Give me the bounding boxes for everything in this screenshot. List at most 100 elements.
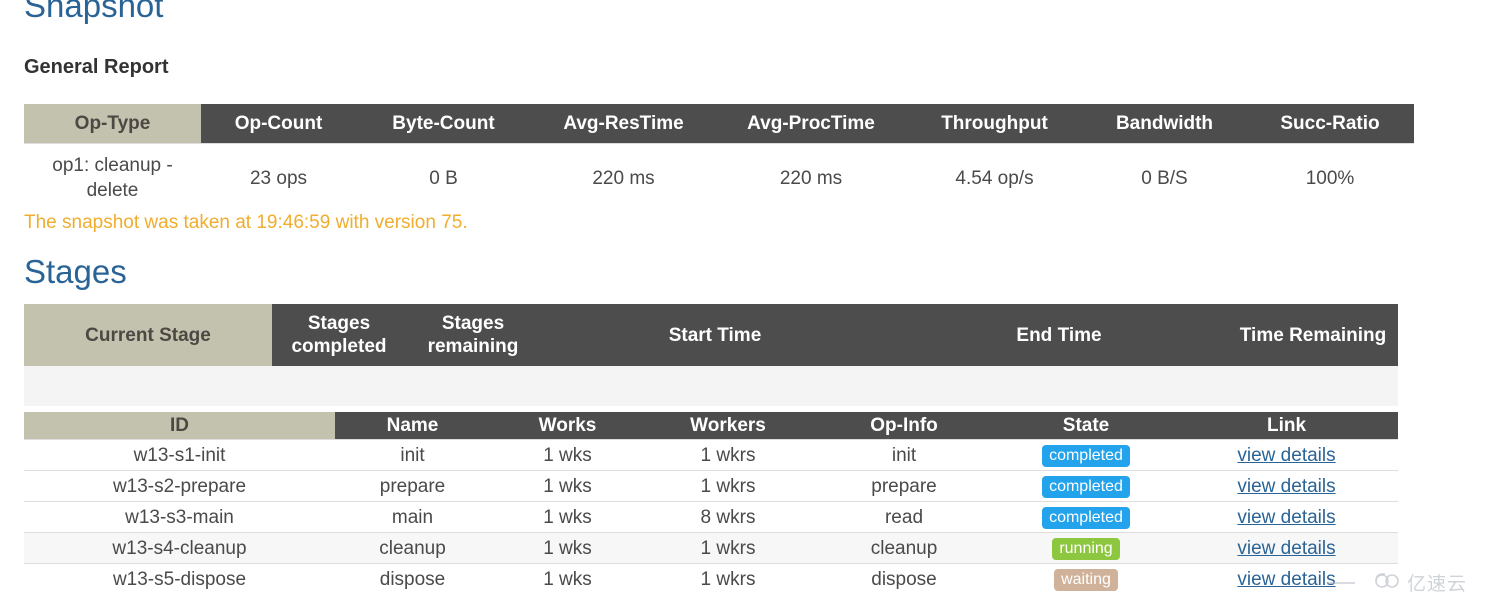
cell-op-type: op1: cleanup - delete (24, 143, 201, 212)
cell-link: view details (1175, 532, 1398, 564)
column-header-bandwidth: Bandwidth (1083, 104, 1246, 144)
column-header-time-remaining: Time Remaining (1228, 304, 1398, 366)
cell-op-info: init (811, 439, 997, 471)
column-header-op-count: Op-Count (201, 104, 356, 144)
cell-stages-remaining (406, 366, 540, 406)
view-details-link[interactable]: view details (1237, 445, 1335, 466)
cell-id: w13-s5-dispose (24, 563, 335, 594)
stages-heading: Stages (24, 253, 127, 290)
cell-start-time (540, 366, 890, 406)
column-header-name: Name (335, 412, 490, 440)
column-header-avg-proctime: Avg-ProcTime (716, 104, 906, 144)
cell-current-stage (24, 366, 272, 406)
column-header-byte-count: Byte-Count (356, 104, 531, 144)
watermark: 亿速云 (1326, 569, 1467, 596)
table-row (24, 366, 1398, 406)
cell-state: running (997, 532, 1175, 564)
general-report-heading: General Report (24, 56, 169, 78)
cell-workers: 1 wkrs (645, 563, 811, 594)
cell-workers: 1 wkrs (645, 470, 811, 502)
cell-works: 1 wks (490, 532, 645, 564)
cell-op-info: dispose (811, 563, 997, 594)
cell-time-remaining (1228, 366, 1398, 406)
snapshot-report-page: Snapshot General Report Op-Type Op-Count… (0, 0, 1485, 604)
table-header-row: Current Stage Stages completed Stages re… (24, 304, 1398, 366)
column-header-stages-remaining: Stages remaining (406, 304, 540, 366)
cell-workers: 8 wkrs (645, 501, 811, 533)
cell-throughput: 4.54 op/s (906, 143, 1083, 212)
cell-id: w13-s4-cleanup (24, 532, 335, 564)
view-details-link[interactable]: view details (1237, 507, 1335, 528)
table-row: w13-s3-main main 1 wks 8 wkrs read completed v… (24, 501, 1398, 533)
table-row: op1: cleanup - delete 23 ops 0 B 220 ms … (24, 143, 1414, 212)
cell-op-count: 23 ops (201, 143, 356, 212)
column-header-current-stage: Current Stage (24, 304, 272, 366)
table-row: w13-s4-cleanup cleanup 1 wks 1 wkrs cleanup r… (24, 532, 1398, 564)
column-header-start-time: Start Time (540, 304, 890, 366)
cell-state: waiting (997, 563, 1175, 594)
column-header-stages-completed: Stages completed (272, 304, 406, 366)
status-badge: running (1052, 538, 1120, 560)
column-header-id: ID (24, 412, 335, 440)
column-header-works: Works (490, 412, 645, 440)
cell-name: main (335, 501, 490, 533)
table-header-row: Op-Type Op-Count Byte-Count Avg-ResTime … (24, 104, 1414, 144)
cell-id: w13-s3-main (24, 501, 335, 533)
column-header-throughput: Throughput (906, 104, 1083, 144)
cell-avg-proctime: 220 ms (716, 143, 906, 212)
cell-avg-restime: 220 ms (531, 143, 716, 212)
cell-state: completed (997, 501, 1175, 533)
cell-name: prepare (335, 470, 490, 502)
status-badge: completed (1042, 445, 1130, 467)
general-report-table: Op-Type Op-Count Byte-Count Avg-ResTime … (24, 104, 1414, 212)
watermark-divider (1326, 581, 1355, 584)
table-row: w13-s1-init init 1 wks 1 wkrs init completed v… (24, 439, 1398, 471)
cell-name: cleanup (335, 532, 490, 564)
cell-works: 1 wks (490, 501, 645, 533)
table-header-row: ID Name Works Workers Op-Info State Link (24, 412, 1398, 440)
watermark-text: 亿速云 (1406, 573, 1467, 595)
stage-detail-table: ID Name Works Workers Op-Info State Link… (24, 412, 1398, 594)
cell-state: completed (997, 439, 1175, 471)
cell-works: 1 wks (490, 470, 645, 502)
cell-op-info: prepare (811, 470, 997, 502)
cell-succ-ratio: 100% (1246, 143, 1414, 212)
table-row: w13-s5-dispose dispose 1 wks 1 wkrs dispose w… (24, 563, 1398, 594)
cell-state: completed (997, 470, 1175, 502)
column-header-op-type: Op-Type (24, 104, 201, 144)
cell-op-info: cleanup (811, 532, 997, 564)
cell-workers: 1 wkrs (645, 439, 811, 471)
cell-id: w13-s1-init (24, 439, 335, 471)
cell-id: w13-s2-prepare (24, 470, 335, 502)
cell-name: init (335, 439, 490, 471)
column-header-state: State (997, 412, 1175, 440)
status-badge: completed (1042, 507, 1130, 529)
status-badge: completed (1042, 476, 1130, 498)
cell-works: 1 wks (490, 439, 645, 471)
cell-bandwidth: 0 B/S (1083, 143, 1246, 212)
cell-works: 1 wks (490, 563, 645, 594)
cell-stages-completed (272, 366, 406, 406)
view-details-link[interactable]: view details (1237, 538, 1335, 559)
status-badge: waiting (1054, 569, 1118, 591)
cell-link: view details (1175, 501, 1398, 533)
stages-summary-table: Current Stage Stages completed Stages re… (24, 304, 1398, 406)
column-header-link: Link (1175, 412, 1398, 440)
cell-link: view details (1175, 470, 1398, 502)
cell-workers: 1 wkrs (645, 532, 811, 564)
view-details-link[interactable]: view details (1237, 569, 1335, 590)
view-details-link[interactable]: view details (1237, 476, 1335, 497)
table-row: w13-s2-prepare prepare 1 wks 1 wkrs prepare c… (24, 470, 1398, 502)
snapshot-note: The snapshot was taken at 19:46:59 with … (24, 212, 468, 233)
column-header-workers: Workers (645, 412, 811, 440)
column-header-succ-ratio: Succ-Ratio (1246, 104, 1414, 144)
cell-end-time (890, 366, 1228, 406)
cell-link: view details (1175, 439, 1398, 471)
column-header-avg-restime: Avg-ResTime (531, 104, 716, 144)
cloud-icon (1373, 571, 1403, 594)
cell-op-info: read (811, 501, 997, 533)
cell-byte-count: 0 B (356, 143, 531, 212)
column-header-op-info: Op-Info (811, 412, 997, 440)
cell-name: dispose (335, 563, 490, 594)
page-title: Snapshot (24, 0, 164, 24)
